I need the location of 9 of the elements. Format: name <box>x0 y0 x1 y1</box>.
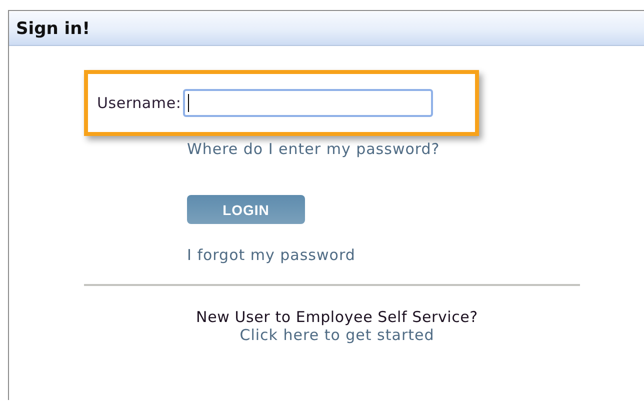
username-field[interactable] <box>183 89 434 117</box>
username-label: Username: <box>97 94 182 112</box>
forgot-password-link[interactable]: I forgot my password <box>187 246 356 264</box>
password-help-link[interactable]: Where do I enter my password? <box>187 140 440 158</box>
login-button[interactable]: LOGIN <box>187 195 305 224</box>
new-user-prompt: New User to Employee Self Service? <box>196 308 478 326</box>
text-cursor-icon <box>188 94 190 112</box>
get-started-link[interactable]: Click here to get started <box>240 326 434 344</box>
panel-title: Sign in! <box>16 18 90 38</box>
